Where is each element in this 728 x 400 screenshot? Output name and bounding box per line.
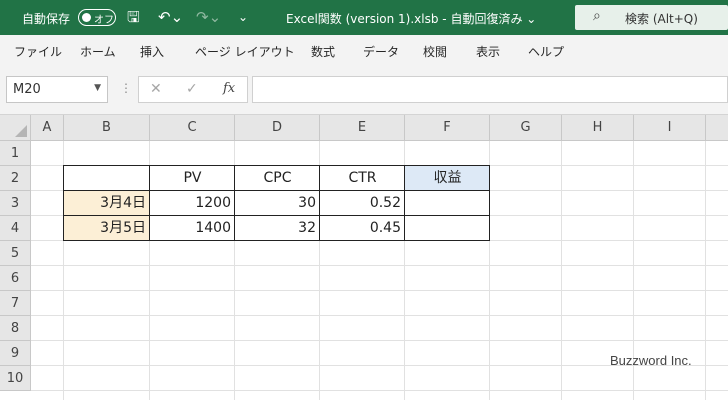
column-header-e[interactable]: E <box>320 115 405 141</box>
gridline <box>705 141 706 400</box>
cell-d3[interactable]: 30 <box>235 191 320 216</box>
cell-d2[interactable]: CPC <box>235 166 320 191</box>
column-header-a[interactable]: A <box>31 115 64 141</box>
formula-buttons: ✕ ✓ fx <box>138 76 248 103</box>
undo-icon[interactable]: ↶⌄ <box>158 8 183 26</box>
table-border <box>149 165 150 241</box>
tab-data[interactable]: データ <box>363 43 399 60</box>
table-border <box>63 215 490 216</box>
name-box[interactable]: M20 ▼ <box>6 76 108 103</box>
select-all-corner[interactable] <box>0 115 31 141</box>
cell-b3[interactable]: 3月4日 <box>64 191 150 216</box>
search-icon: ⌕ <box>593 8 601 24</box>
autosave-label: 自動保存 <box>22 12 71 26</box>
column-header-g[interactable]: G <box>490 115 562 141</box>
tab-view[interactable]: 表示 <box>476 43 500 60</box>
cell-e3[interactable]: 0.52 <box>320 191 405 216</box>
formula-bar-area: M20 ▼ ⋮ ✕ ✓ fx <box>0 67 728 115</box>
cell-c2[interactable]: PV <box>150 166 235 191</box>
autosave-toggle-state: オフ <box>94 15 114 26</box>
table-border <box>63 190 490 191</box>
row-header-3[interactable]: 3 <box>0 191 31 216</box>
column-header-f[interactable]: F <box>405 115 490 141</box>
table-border <box>319 165 320 241</box>
formula-input[interactable] <box>252 76 728 103</box>
ribbon-tabs: ファイル ホーム 挿入 ページ レイアウト 数式 データ 校閲 表示 ヘルプ <box>0 35 728 67</box>
cell-f2[interactable]: 収益 <box>405 166 490 191</box>
row-header-8[interactable]: 8 <box>0 316 31 341</box>
table-border <box>234 165 235 241</box>
title-bar: 自動保存 オフ 🖫 ↶⌄ ↷⌄ ⌄ Excel関数 (version 1).xl… <box>0 0 728 35</box>
cell-b2[interactable] <box>64 166 150 191</box>
cell-b4[interactable]: 3月5日 <box>64 216 150 241</box>
gridline <box>31 390 728 391</box>
column-header-b[interactable]: B <box>64 115 150 141</box>
tab-review[interactable]: 校閲 <box>423 43 447 60</box>
redo-icon[interactable]: ↷⌄ <box>196 8 221 26</box>
gridline <box>31 290 728 291</box>
toggle-knob <box>82 13 91 22</box>
enter-icon[interactable]: ✓ <box>186 81 198 97</box>
cell-d4[interactable]: 32 <box>235 216 320 241</box>
insert-function-icon[interactable]: fx <box>223 81 235 96</box>
column-header-i[interactable]: I <box>634 115 706 141</box>
cell-f3[interactable] <box>405 191 490 216</box>
gridline <box>31 265 728 266</box>
cell-c4[interactable]: 1400 <box>150 216 235 241</box>
table-border <box>404 165 405 241</box>
cell-e2[interactable]: CTR <box>320 166 405 191</box>
row-header-1[interactable]: 1 <box>0 141 31 166</box>
row-header-4[interactable]: 4 <box>0 216 31 241</box>
tab-help[interactable]: ヘルプ <box>528 43 564 60</box>
select-all-icon <box>15 125 27 137</box>
watermark: Buzzword Inc. <box>610 353 692 368</box>
tab-formulas[interactable]: 数式 <box>311 43 335 60</box>
chevron-down-icon[interactable]: ▼ <box>94 83 101 93</box>
cancel-icon[interactable]: ✕ <box>150 81 162 97</box>
search-box[interactable]: ⌕ 検索 (Alt+Q) <box>575 5 728 30</box>
autosave-toggle[interactable]: オフ <box>78 9 116 26</box>
gridline <box>561 141 562 400</box>
row-header-10[interactable]: 10 <box>0 366 31 391</box>
tab-home[interactable]: ホーム <box>80 43 116 60</box>
row-header-6[interactable]: 6 <box>0 266 31 291</box>
search-label: 検索 (Alt+Q) <box>625 12 698 26</box>
row-header-5[interactable]: 5 <box>0 241 31 266</box>
save-icon[interactable]: 🖫 <box>127 8 140 26</box>
gridline <box>31 315 728 316</box>
customize-qat-icon[interactable]: ⌄ <box>238 8 248 26</box>
column-header-overflow <box>706 115 728 141</box>
name-box-value: M20 <box>13 82 41 97</box>
cell-e4[interactable]: 0.45 <box>320 216 405 241</box>
tab-file[interactable]: ファイル <box>14 43 62 60</box>
row-header-7[interactable]: 7 <box>0 291 31 316</box>
column-header-d[interactable]: D <box>235 115 320 141</box>
column-header-c[interactable]: C <box>150 115 235 141</box>
row-header-9[interactable]: 9 <box>0 341 31 366</box>
tab-page-layout[interactable]: ページ レイアウト <box>195 43 295 60</box>
cell-c3[interactable]: 1200 <box>150 191 235 216</box>
document-title[interactable]: Excel関数 (version 1).xlsb - 自動回復済み ⌄ <box>286 10 536 27</box>
tab-insert[interactable]: 挿入 <box>140 43 164 60</box>
more-icon: ⋮ <box>120 81 132 95</box>
cell-f4[interactable] <box>405 216 490 241</box>
gridline <box>31 340 728 341</box>
column-header-h[interactable]: H <box>562 115 634 141</box>
row-header-2[interactable]: 2 <box>0 166 31 191</box>
